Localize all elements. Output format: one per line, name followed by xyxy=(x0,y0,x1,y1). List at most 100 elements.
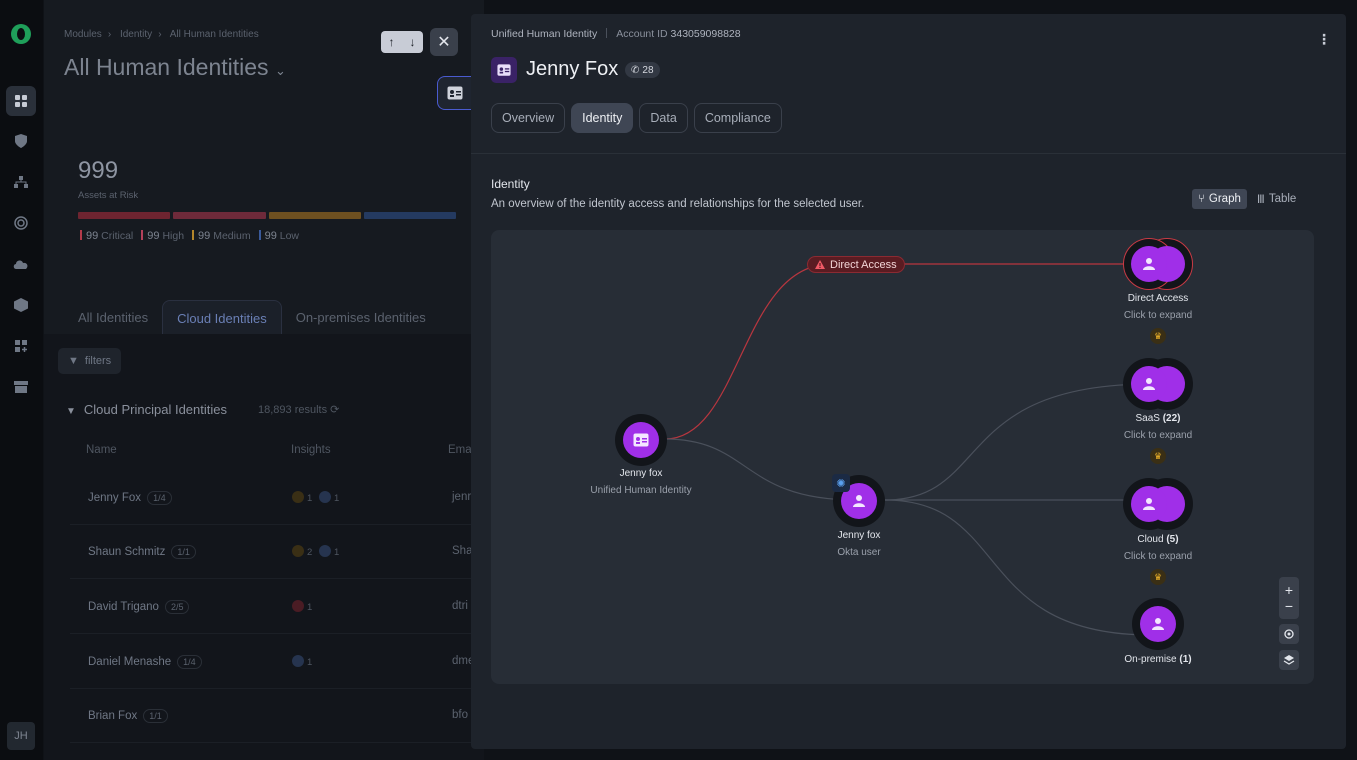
tab-cloud-identities[interactable]: Cloud Identities xyxy=(162,300,282,336)
row-pill: 1/4 xyxy=(147,491,172,505)
filters-button[interactable]: ▼ filters xyxy=(58,348,122,374)
user-avatar[interactable]: JH xyxy=(7,722,35,750)
zoom-controls: + − xyxy=(1279,577,1299,619)
identity-graph: Direct Access Jenny fox Unified Human Id… xyxy=(491,230,1314,684)
row-pill: 1/1 xyxy=(143,709,168,723)
hierarchy-icon[interactable] xyxy=(6,167,36,197)
page-title[interactable]: All Human Identities ⌄ xyxy=(64,54,286,81)
fingerprint-icon[interactable] xyxy=(6,208,36,238)
assets-at-risk-label: Assets at Risk xyxy=(78,190,139,201)
store-icon[interactable] xyxy=(6,372,36,402)
identity-card-tab[interactable] xyxy=(437,76,471,110)
node-okta-user[interactable]: ✺ xyxy=(832,474,885,527)
id-card-icon xyxy=(633,433,649,447)
prev-next-buttons: ↑ ↓ xyxy=(381,31,423,53)
breadcrumb-item[interactable]: Modules xyxy=(64,29,102,40)
identity-name: Jenny Fox xyxy=(526,58,619,80)
layers-icon xyxy=(1283,655,1295,665)
crown-icon xyxy=(292,491,304,503)
identity-type-label: Unified Human Identity xyxy=(491,28,598,40)
row-insights: 2 1 xyxy=(292,545,339,558)
layers-button[interactable] xyxy=(1279,650,1299,670)
node-label: Cloud (5) xyxy=(1137,534,1179,545)
account-id-value: 343059098828 xyxy=(670,28,741,40)
table-row[interactable]: Jenny Fox 1/4 1 1 jenr xyxy=(70,471,484,525)
edge-onprem xyxy=(884,499,1152,636)
cube-icon[interactable] xyxy=(6,290,36,320)
table-row[interactable]: Shaun Schmitz 1/1 2 1 Sha xyxy=(70,525,484,579)
warning-icon xyxy=(815,260,825,269)
identity-tabs: All Identities Cloud Identities On-premi… xyxy=(64,300,440,336)
tab-overview[interactable]: Overview xyxy=(491,103,566,133)
node-sublabel: Unified Human Identity xyxy=(590,485,692,496)
node-on-premise[interactable] xyxy=(1132,598,1184,650)
node-sublabel[interactable]: Click to expand xyxy=(1078,430,1238,441)
arrow-up-icon[interactable]: ↑ xyxy=(389,35,395,49)
more-options-icon[interactable]: ⋮ xyxy=(1317,31,1331,48)
results-count: 18,893 results ⟳ xyxy=(258,404,340,416)
close-button[interactable]: ✕ xyxy=(430,28,458,56)
row-name: David Trigano xyxy=(88,601,159,613)
row-name: Brian Fox xyxy=(88,710,138,722)
crown-icon: ♛ xyxy=(1150,569,1166,585)
node-sublabel[interactable]: Click to expand xyxy=(1078,551,1238,562)
assets-at-risk-value: 999 xyxy=(78,157,119,184)
node-label: SaaS (22) xyxy=(1135,413,1181,424)
accounts-badge[interactable]: ✆ 28 xyxy=(625,62,660,78)
table-row[interactable]: Daniel Menashe 1/4 1 dme xyxy=(70,635,484,689)
shield-icon[interactable] xyxy=(6,126,36,156)
legend-high: 99 High xyxy=(141,230,184,242)
dashboard-icon[interactable] xyxy=(6,86,36,116)
table-row[interactable]: Brian Fox 1/1 bfo xyxy=(70,689,484,743)
table-view-button[interactable]: Ⅲ Table xyxy=(1251,189,1302,209)
row-pill: 1/4 xyxy=(177,655,202,669)
column-name[interactable]: Name xyxy=(86,444,117,456)
section-title: ▼ Cloud Principal Identities xyxy=(66,402,227,417)
app-logo[interactable] xyxy=(11,24,31,44)
severity-legend: 99 Critical 99 High 99 Medium 99 Low xyxy=(80,230,299,242)
node-direct-access[interactable] xyxy=(1123,238,1195,290)
tab-on-premises-identities[interactable]: On-premises Identities xyxy=(282,300,440,336)
account-id-label: Account ID xyxy=(616,28,668,40)
legend-low: 99 Low xyxy=(258,230,299,242)
drawer-header: Unified Human Identity Account ID 3430590… xyxy=(491,28,741,40)
node-sublabel: Okta user xyxy=(837,547,881,558)
node-unified-identity[interactable] xyxy=(615,414,667,466)
identities-panel: ▼ filters ▼ Cloud Principal Identities 18,… xyxy=(44,334,484,760)
node-cloud[interactable] xyxy=(1123,478,1195,530)
tab-compliance[interactable]: Compliance xyxy=(693,103,782,133)
table-row[interactable]: David Trigano 2/5 1 dtri xyxy=(70,580,484,634)
okta-icon: ✺ xyxy=(832,474,850,492)
graph-view-button[interactable]: ⑂ Graph xyxy=(1192,189,1247,209)
tab-data[interactable]: Data xyxy=(639,103,688,133)
breadcrumb-item[interactable]: Identity xyxy=(120,29,152,40)
id-card-icon xyxy=(497,64,511,76)
drawer-tabs: Overview Identity Data Compliance xyxy=(491,103,782,133)
tab-identity[interactable]: Identity xyxy=(571,103,634,133)
apps-add-icon[interactable] xyxy=(6,331,36,361)
column-insights[interactable]: Insights xyxy=(291,444,331,456)
direct-access-edge-label[interactable]: Direct Access xyxy=(807,256,905,273)
row-email: Sha xyxy=(452,545,473,557)
arrow-down-icon[interactable]: ↓ xyxy=(410,35,416,49)
divider xyxy=(471,153,1346,154)
node-label: On-premise (1) xyxy=(1124,654,1192,665)
breadcrumb-item: All Human Identities xyxy=(169,29,259,40)
zoom-in-button[interactable]: + xyxy=(1285,582,1293,598)
row-email: bfo xyxy=(452,709,468,721)
legend-medium: 99 Medium xyxy=(192,230,251,242)
row-email: jenr xyxy=(452,491,472,503)
column-email[interactable]: Ema xyxy=(448,444,472,456)
recenter-button[interactable] xyxy=(1279,624,1299,644)
insight-icon xyxy=(318,545,331,557)
insight-icon xyxy=(292,655,304,667)
refresh-icon[interactable]: ⟳ xyxy=(330,404,339,416)
view-toggle: ⑂ Graph Ⅲ Table xyxy=(1192,189,1302,209)
zoom-out-button[interactable]: − xyxy=(1285,598,1293,614)
node-sublabel[interactable]: Click to expand xyxy=(1078,310,1238,321)
node-saas[interactable] xyxy=(1123,358,1195,410)
funnel-icon: ▼ xyxy=(66,406,76,417)
cloud-icon[interactable] xyxy=(6,249,36,279)
tab-all-identities[interactable]: All Identities xyxy=(64,300,162,336)
row-insights: 1 1 xyxy=(292,491,339,504)
